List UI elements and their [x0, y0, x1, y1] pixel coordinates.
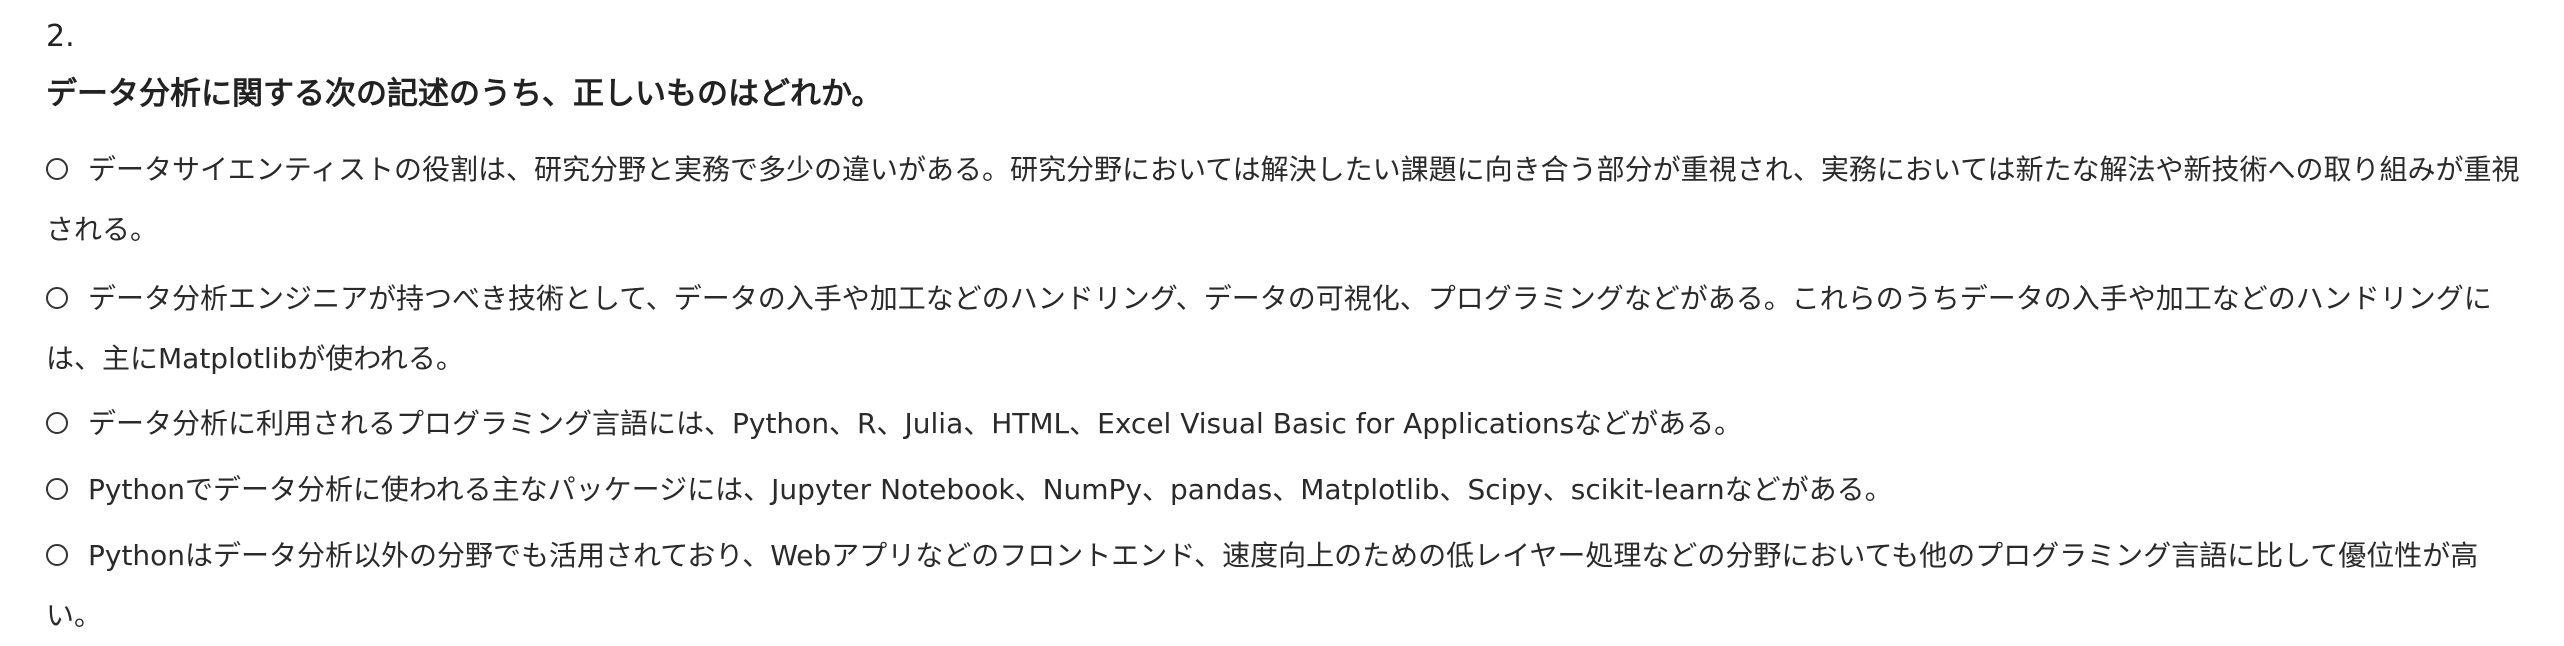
answer-option-4[interactable]: Pythonでデータ分析に使われる主なパッケージには、Jupyter Noteb…: [46, 460, 2526, 526]
answer-options: データサイエンティストの役割は、研究分野と実務で多少の違いがある。研究分野におい…: [46, 140, 2526, 646]
answer-option-label: データ分析エンジニアが持つべき技術として、データの入手や加工などのハンドリング、…: [46, 282, 2492, 375]
answer-option-label: データ分析に利用されるプログラミング言語には、Python、R、Julia、HT…: [88, 407, 1743, 440]
radio-button-icon[interactable]: [46, 158, 68, 180]
radio-button-icon[interactable]: [46, 412, 68, 434]
question-number: 2.: [46, 19, 75, 54]
answer-option-label: データサイエンティストの役割は、研究分野と実務で多少の違いがある。研究分野におい…: [46, 153, 2520, 246]
question-text: データ分析に関する次の記述のうち、正しいものはどれか。: [46, 76, 883, 112]
answer-option-3[interactable]: データ分析に利用されるプログラミング言語には、Python、R、Julia、HT…: [46, 394, 2526, 460]
radio-button-icon[interactable]: [46, 478, 68, 500]
answer-option-5[interactable]: Pythonはデータ分析以外の分野でも活用されており、Webアプリなどのフロント…: [46, 526, 2526, 646]
radio-button-icon[interactable]: [46, 287, 68, 309]
answer-option-1[interactable]: データサイエンティストの役割は、研究分野と実務で多少の違いがある。研究分野におい…: [46, 140, 2526, 260]
radio-button-icon[interactable]: [46, 544, 68, 566]
answer-option-label: Pythonはデータ分析以外の分野でも活用されており、Webアプリなどのフロント…: [46, 539, 2479, 632]
answer-option-2[interactable]: データ分析エンジニアが持つべき技術として、データの入手や加工などのハンドリング、…: [46, 269, 2526, 389]
answer-option-label: Pythonでデータ分析に使われる主なパッケージには、Jupyter Noteb…: [88, 473, 1893, 506]
